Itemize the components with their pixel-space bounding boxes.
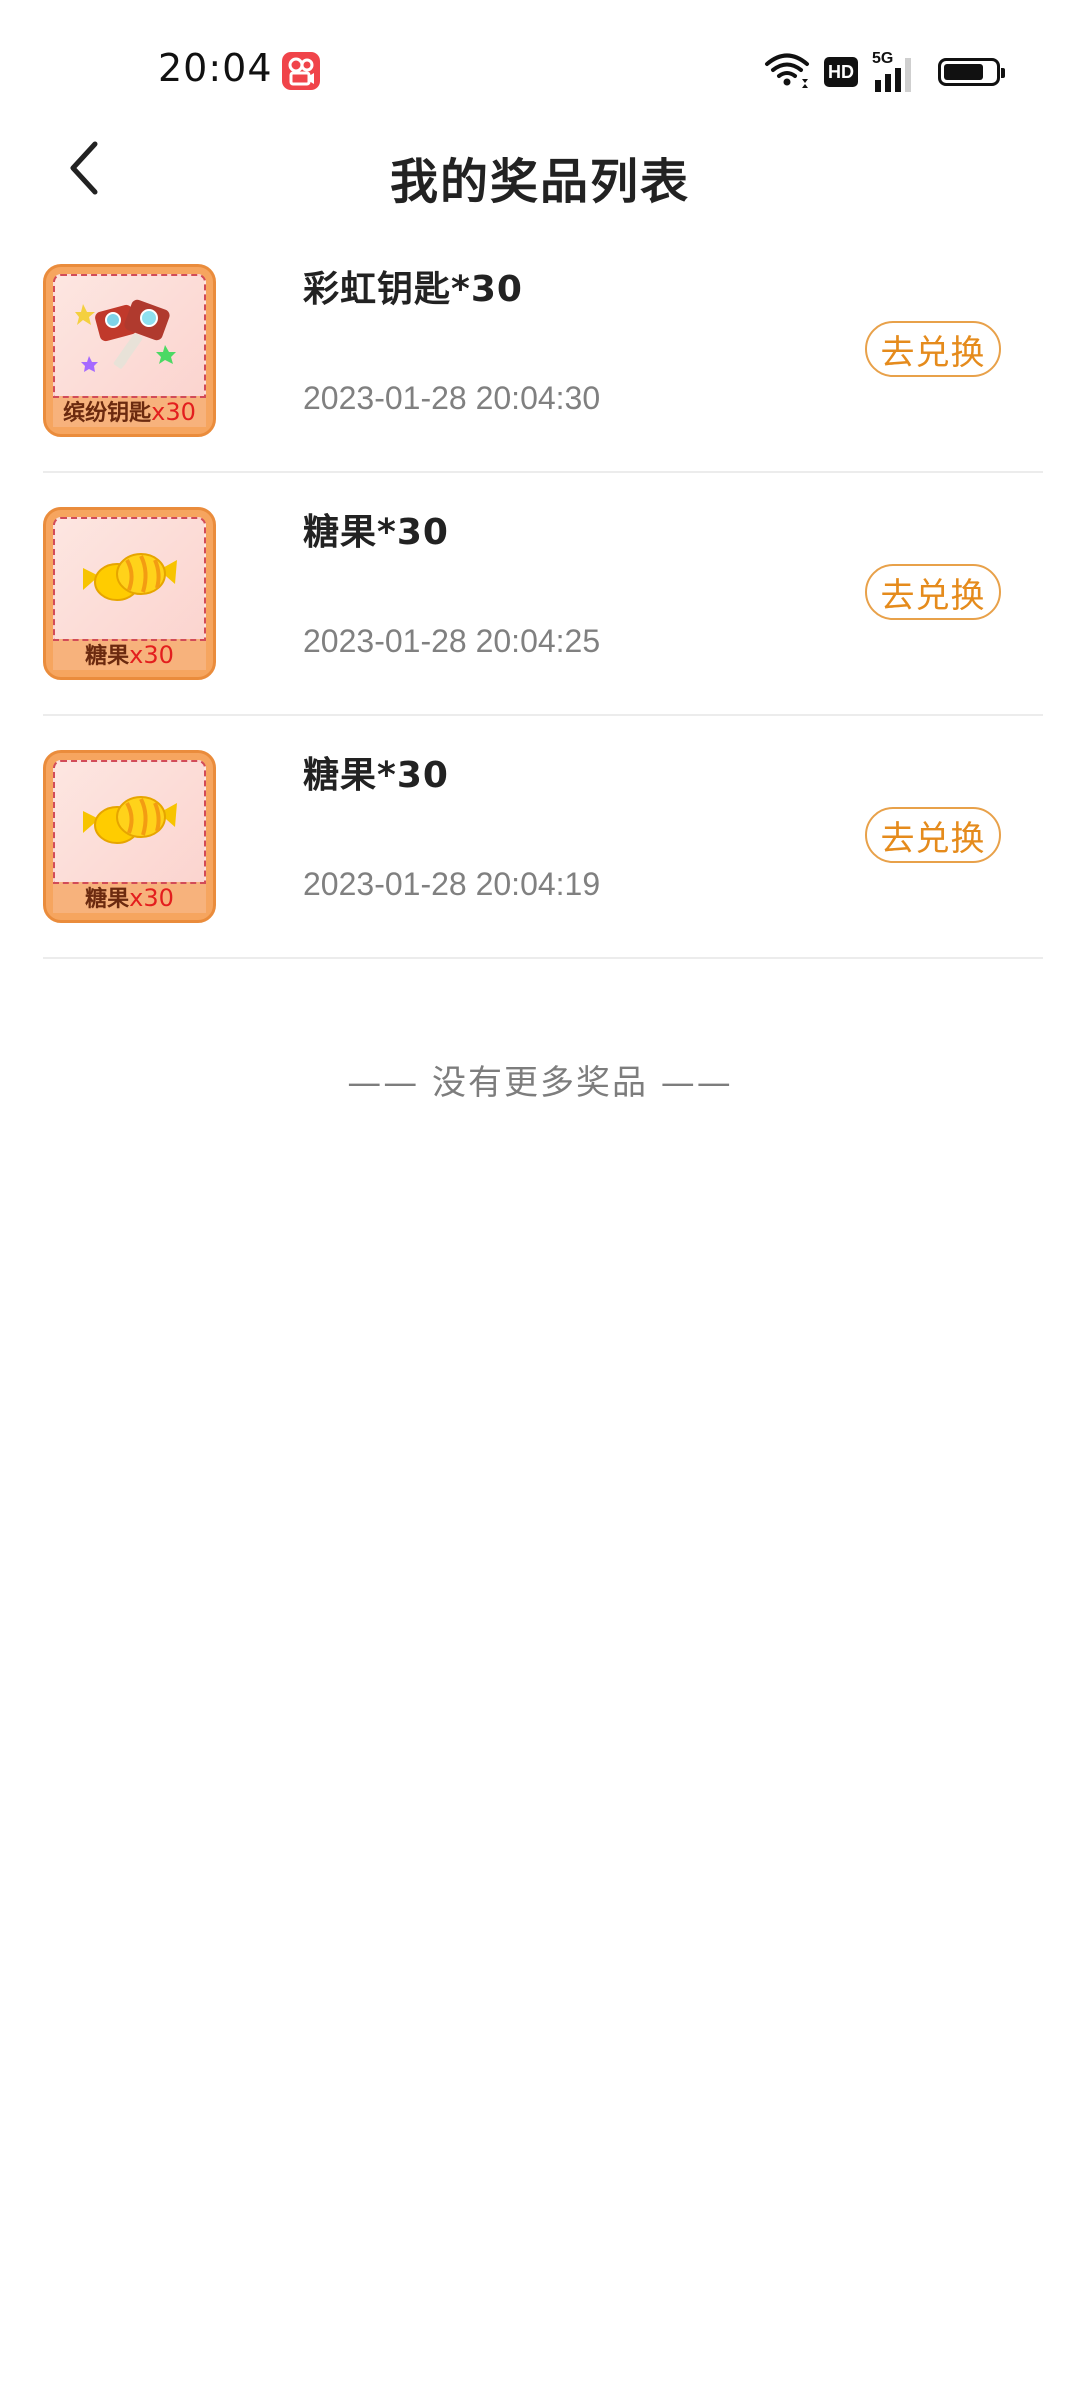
battery-icon (938, 58, 1005, 86)
status-time: 20:04 (158, 46, 273, 90)
redeem-button[interactable]: 去兑换 (865, 321, 1001, 377)
prize-list: 缤纷钥匙x30 彩虹钥匙*30 2023-01-28 20:04:30 去兑换 (43, 230, 1043, 959)
prize-time: 2023-01-28 20:04:30 (303, 380, 601, 416)
redeem-button[interactable]: 去兑换 (865, 807, 1001, 863)
prize-image-caption: 糖果x30 (53, 882, 206, 913)
prize-row: 糖果x30 糖果*30 2023-01-28 20:04:19 去兑换 (43, 716, 1043, 959)
kuaishou-app-icon (282, 52, 320, 90)
signal-5g-icon: 5G (872, 50, 924, 94)
prize-image: 糖果x30 (43, 750, 216, 923)
candy-icon (75, 538, 185, 622)
battery-level (944, 64, 983, 80)
prize-row: 糖果x30 糖果*30 2023-01-28 20:04:25 去兑换 (43, 473, 1043, 716)
prize-image-caption: 缤纷钥匙x30 (53, 396, 206, 427)
candy-icon (75, 781, 185, 865)
page-title: 我的奖品列表 (389, 154, 690, 210)
prize-name: 彩虹钥匙*30 (303, 269, 523, 310)
prize-time: 2023-01-28 20:04:19 (303, 866, 601, 902)
status-bar: 20:04 HD 5G (0, 0, 1080, 120)
prize-name: 糖果*30 (303, 512, 449, 553)
wifi-icon (764, 51, 810, 93)
rainbow-key-icon (74, 290, 185, 384)
prize-row: 缤纷钥匙x30 彩虹钥匙*30 2023-01-28 20:04:30 去兑换 (43, 230, 1043, 473)
redeem-button[interactable]: 去兑换 (865, 564, 1001, 620)
prize-image: 缤纷钥匙x30 (43, 264, 216, 437)
hd-voice-icon: HD (824, 57, 858, 87)
header: 我的奖品列表 (0, 120, 1080, 220)
prize-image: 糖果x30 (43, 507, 216, 680)
prize-name: 糖果*30 (303, 755, 449, 796)
status-icons: HD 5G (764, 50, 1005, 94)
prize-image-caption: 糖果x30 (53, 639, 206, 670)
no-more-prizes-text: —— 没有更多奖品 —— (347, 1063, 733, 1103)
prize-time: 2023-01-28 20:04:25 (303, 623, 601, 659)
